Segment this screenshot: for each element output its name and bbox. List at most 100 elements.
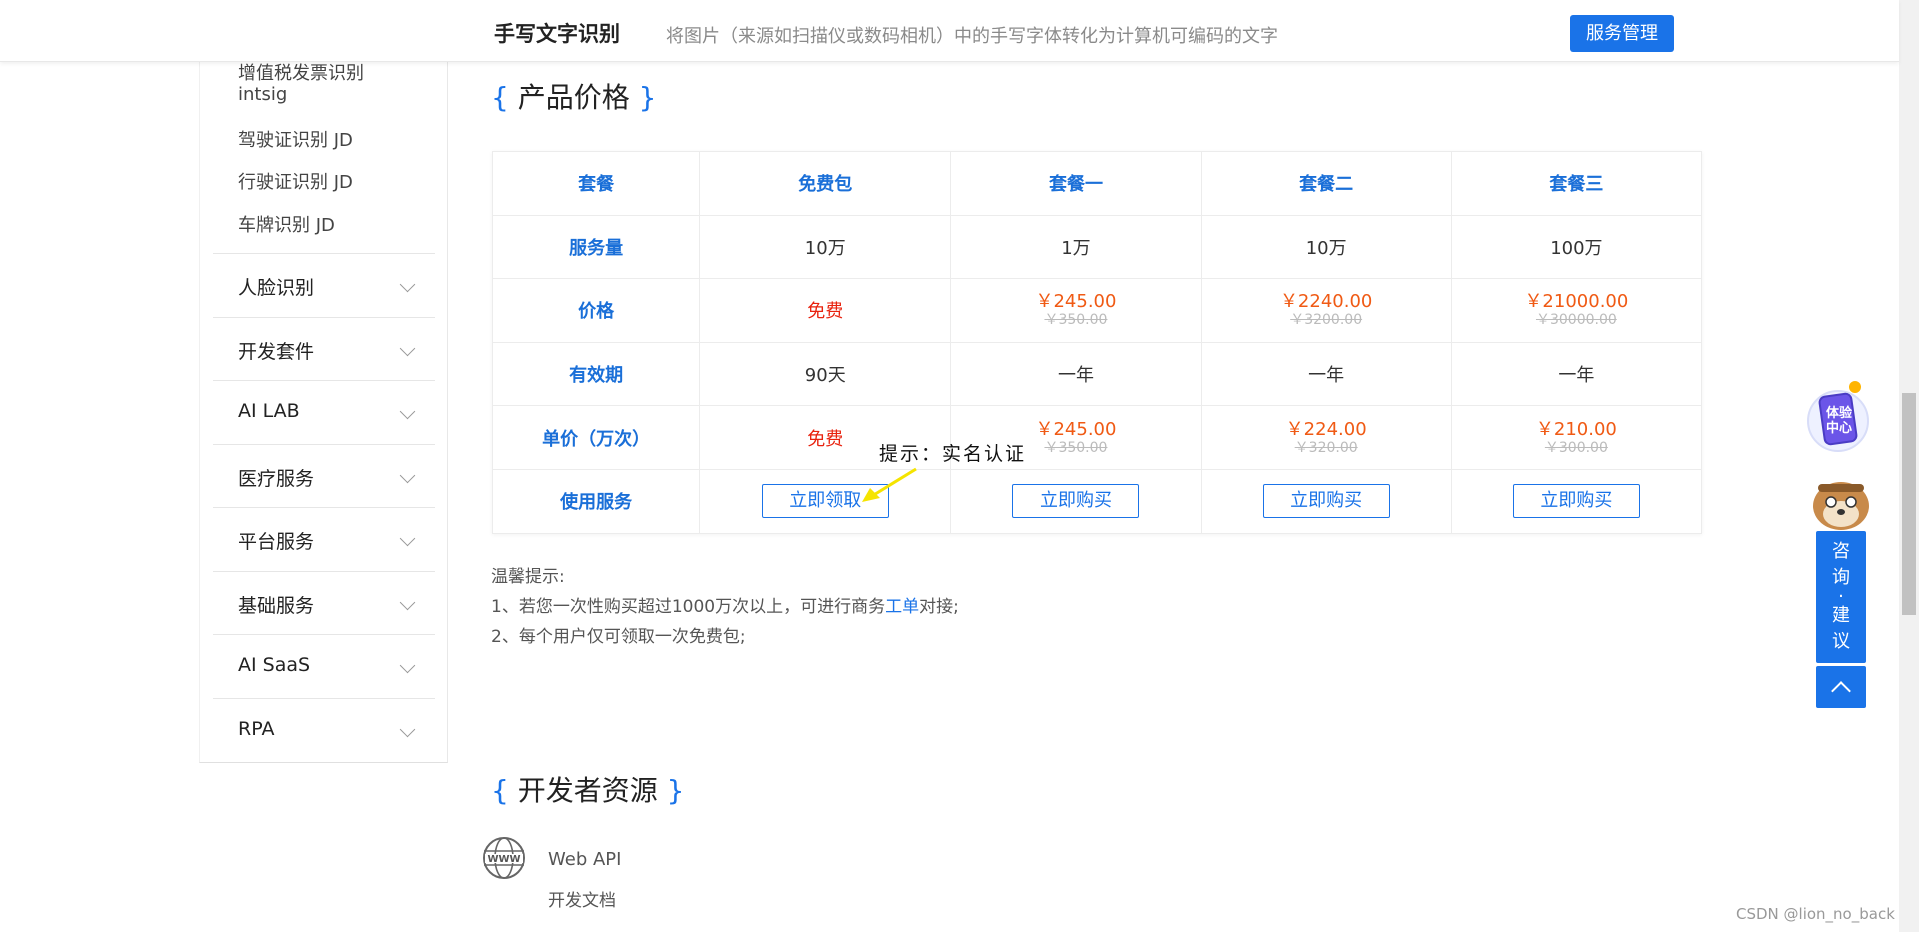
- sidebar-item-intsig[interactable]: intsig: [238, 84, 287, 105]
- row-label: 单价（万次）: [491, 405, 701, 470]
- scrollbar-thumb[interactable]: [1902, 393, 1916, 615]
- table-cell: 一年: [1200, 341, 1452, 407]
- experience-center-button[interactable]: 体验 中心: [1806, 381, 1870, 455]
- row-label: 价格: [491, 278, 701, 343]
- chevron-down-icon: [399, 594, 416, 611]
- service-manage-button[interactable]: 服务管理: [1570, 15, 1674, 52]
- sidebar-item-driver-license[interactable]: 驾驶证识别 JD: [238, 126, 353, 152]
- header-cell: 套餐一: [950, 151, 1202, 216]
- sidebar-group-label: 人脸识别: [238, 277, 315, 299]
- header-cell: 套餐: [491, 151, 701, 216]
- current-price: ￥210.00: [1535, 418, 1617, 440]
- notes-line-1-suffix: 对接;: [919, 597, 959, 617]
- pricing-table: 套餐 免费包 套餐一 套餐二 套餐三 服务量 10万 1万 10万 100万 价…: [491, 151, 1703, 534]
- sidebar-group-label: AI SaaS: [238, 654, 311, 676]
- pricing-section-title: { 产品价格 }: [491, 76, 656, 116]
- experience-center-label: 体验 中心: [1826, 406, 1852, 436]
- brace-close: }: [629, 81, 657, 114]
- consult-char: 咨: [1832, 541, 1850, 562]
- price-cell: ￥224.00 ￥320.00: [1200, 405, 1452, 470]
- svg-text:WWW: WWW: [487, 854, 520, 865]
- chevron-down-icon: [399, 276, 416, 293]
- price-cell: ￥245.00 ￥350.00: [950, 278, 1202, 343]
- top-header: 手写文字识别 将图片（来源如扫描仪或数码相机）中的手写字体转化为计算机可编码的文…: [0, 0, 1899, 62]
- table-row: 使用服务 立即领取 立即购买 立即购买 立即购买: [491, 468, 1703, 534]
- notes-line-1-text: 1、若您一次性购买超过1000万次以上，可进行商务: [491, 597, 886, 617]
- brace-close: }: [657, 774, 685, 807]
- developer-section-title: { 开发者资源 }: [491, 769, 684, 809]
- notes-line-2: 2、每个用户仅可领取一次免费包;: [491, 627, 746, 647]
- header-cell: 套餐三: [1450, 151, 1703, 216]
- price-cell: ￥2240.00 ￥3200.00: [1200, 278, 1452, 343]
- consult-suggest-button[interactable]: 咨 询 · 建 议: [1816, 531, 1866, 663]
- header-cell: 免费包: [699, 151, 952, 216]
- original-price: ￥320.00: [1294, 439, 1358, 456]
- sidebar-item-vehicle-license[interactable]: 行驶证识别 JD: [238, 168, 353, 194]
- button-cell: 立即购买: [1450, 468, 1703, 534]
- original-price: ￥300.00: [1544, 439, 1608, 456]
- sidebar-group-label: 开发套件: [238, 341, 315, 363]
- pricing-title-text: 产品价格: [517, 81, 630, 114]
- sidebar-group-label: 平台服务: [238, 531, 315, 553]
- button-cell: 立即购买: [1200, 468, 1452, 534]
- watermark: CSDN @lion_no_back: [1736, 905, 1895, 923]
- table-row: 服务量 10万 1万 10万 100万: [491, 214, 1703, 280]
- sidebar-group-ai-saas[interactable]: AI SaaS: [213, 634, 435, 697]
- brace-open: {: [491, 774, 518, 807]
- dev-docs-link[interactable]: 开发文档: [548, 886, 616, 911]
- sidebar-group-label: 基础服务: [238, 595, 315, 617]
- row-label: 服务量: [491, 214, 701, 280]
- original-price: ￥3200.00: [1290, 312, 1363, 329]
- row-label: 使用服务: [491, 468, 701, 534]
- page-description: 将图片（来源如扫描仪或数码相机）中的手写字体转化为计算机可编码的文字: [666, 26, 1278, 47]
- consult-char: 议: [1832, 631, 1850, 652]
- sidebar-item-license-plate[interactable]: 车牌识别 JD: [238, 211, 335, 237]
- chevron-down-icon: [399, 403, 416, 420]
- buy-plan-1-button[interactable]: 立即购买: [1012, 484, 1140, 519]
- consult-char: 建: [1832, 605, 1850, 626]
- current-price: ￥224.00: [1285, 418, 1367, 440]
- table-cell: 90天: [699, 341, 952, 407]
- sidebar-group-ai-lab[interactable]: AI LAB: [213, 380, 435, 443]
- work-order-link[interactable]: 工单: [885, 597, 919, 617]
- back-to-top-button[interactable]: [1816, 666, 1866, 708]
- annotation-text: 提示：实名认证: [879, 443, 1027, 465]
- sidebar-group-medical[interactable]: 医疗服务: [213, 444, 435, 507]
- sidebar-group-face[interactable]: 人脸识别: [213, 253, 435, 316]
- sidebar-group-platform[interactable]: 平台服务: [213, 507, 435, 570]
- sidebar-group-rpa[interactable]: RPA: [213, 698, 435, 761]
- original-price: ￥350.00: [1044, 312, 1108, 329]
- sidebar-group-label: 医疗服务: [238, 468, 315, 490]
- price-cell: ￥21000.00 ￥30000.00: [1450, 278, 1703, 343]
- sidebar-group-dev-kit[interactable]: 开发套件: [213, 317, 435, 380]
- web-api-label[interactable]: Web API: [548, 849, 621, 870]
- annotation-arrow-icon: [862, 467, 917, 502]
- header-cell: 套餐二: [1200, 151, 1452, 216]
- button-cell: 立即购买: [950, 468, 1202, 534]
- sidebar-group-basic[interactable]: 基础服务: [213, 571, 435, 634]
- sidebar-item-vat-invoice[interactable]: 增值税发票识别: [238, 59, 364, 85]
- free-label: 免费: [699, 278, 952, 343]
- notes-block: 温馨提示: 1、若您一次性购买超过1000万次以上，可进行商务工单对接; 2、每…: [491, 562, 959, 652]
- buy-plan-3-button[interactable]: 立即购买: [1512, 484, 1640, 519]
- original-price: ￥30000.00: [1535, 312, 1617, 329]
- developer-title-text: 开发者资源: [517, 774, 658, 807]
- mascot-icon: [1813, 482, 1869, 530]
- table-cell: 1万: [950, 214, 1202, 280]
- current-price: ￥245.00: [1035, 418, 1117, 440]
- globe-icon: WWW: [483, 837, 525, 879]
- chevron-down-icon: [399, 721, 416, 738]
- sidebar-group-label: RPA: [238, 718, 275, 740]
- brace-open: {: [491, 81, 518, 114]
- table-row: 套餐 免费包 套餐一 套餐二 套餐三: [491, 151, 1703, 216]
- chevron-down-icon: [399, 657, 416, 674]
- chevron-down-icon: [399, 340, 416, 357]
- row-label: 有效期: [491, 341, 701, 407]
- table-row: 单价（万次） 免费 ￥245.00 ￥350.00 ￥224.00 ￥320.0…: [491, 405, 1703, 470]
- table-row: 有效期 90天 一年 一年 一年: [491, 341, 1703, 407]
- experience-label-line-2: 中心: [1826, 421, 1853, 436]
- table-cell: 一年: [950, 341, 1202, 407]
- sidebar-group-label: AI LAB: [238, 400, 300, 422]
- buy-plan-2-button[interactable]: 立即购买: [1262, 484, 1390, 519]
- chevron-down-icon: [399, 530, 416, 547]
